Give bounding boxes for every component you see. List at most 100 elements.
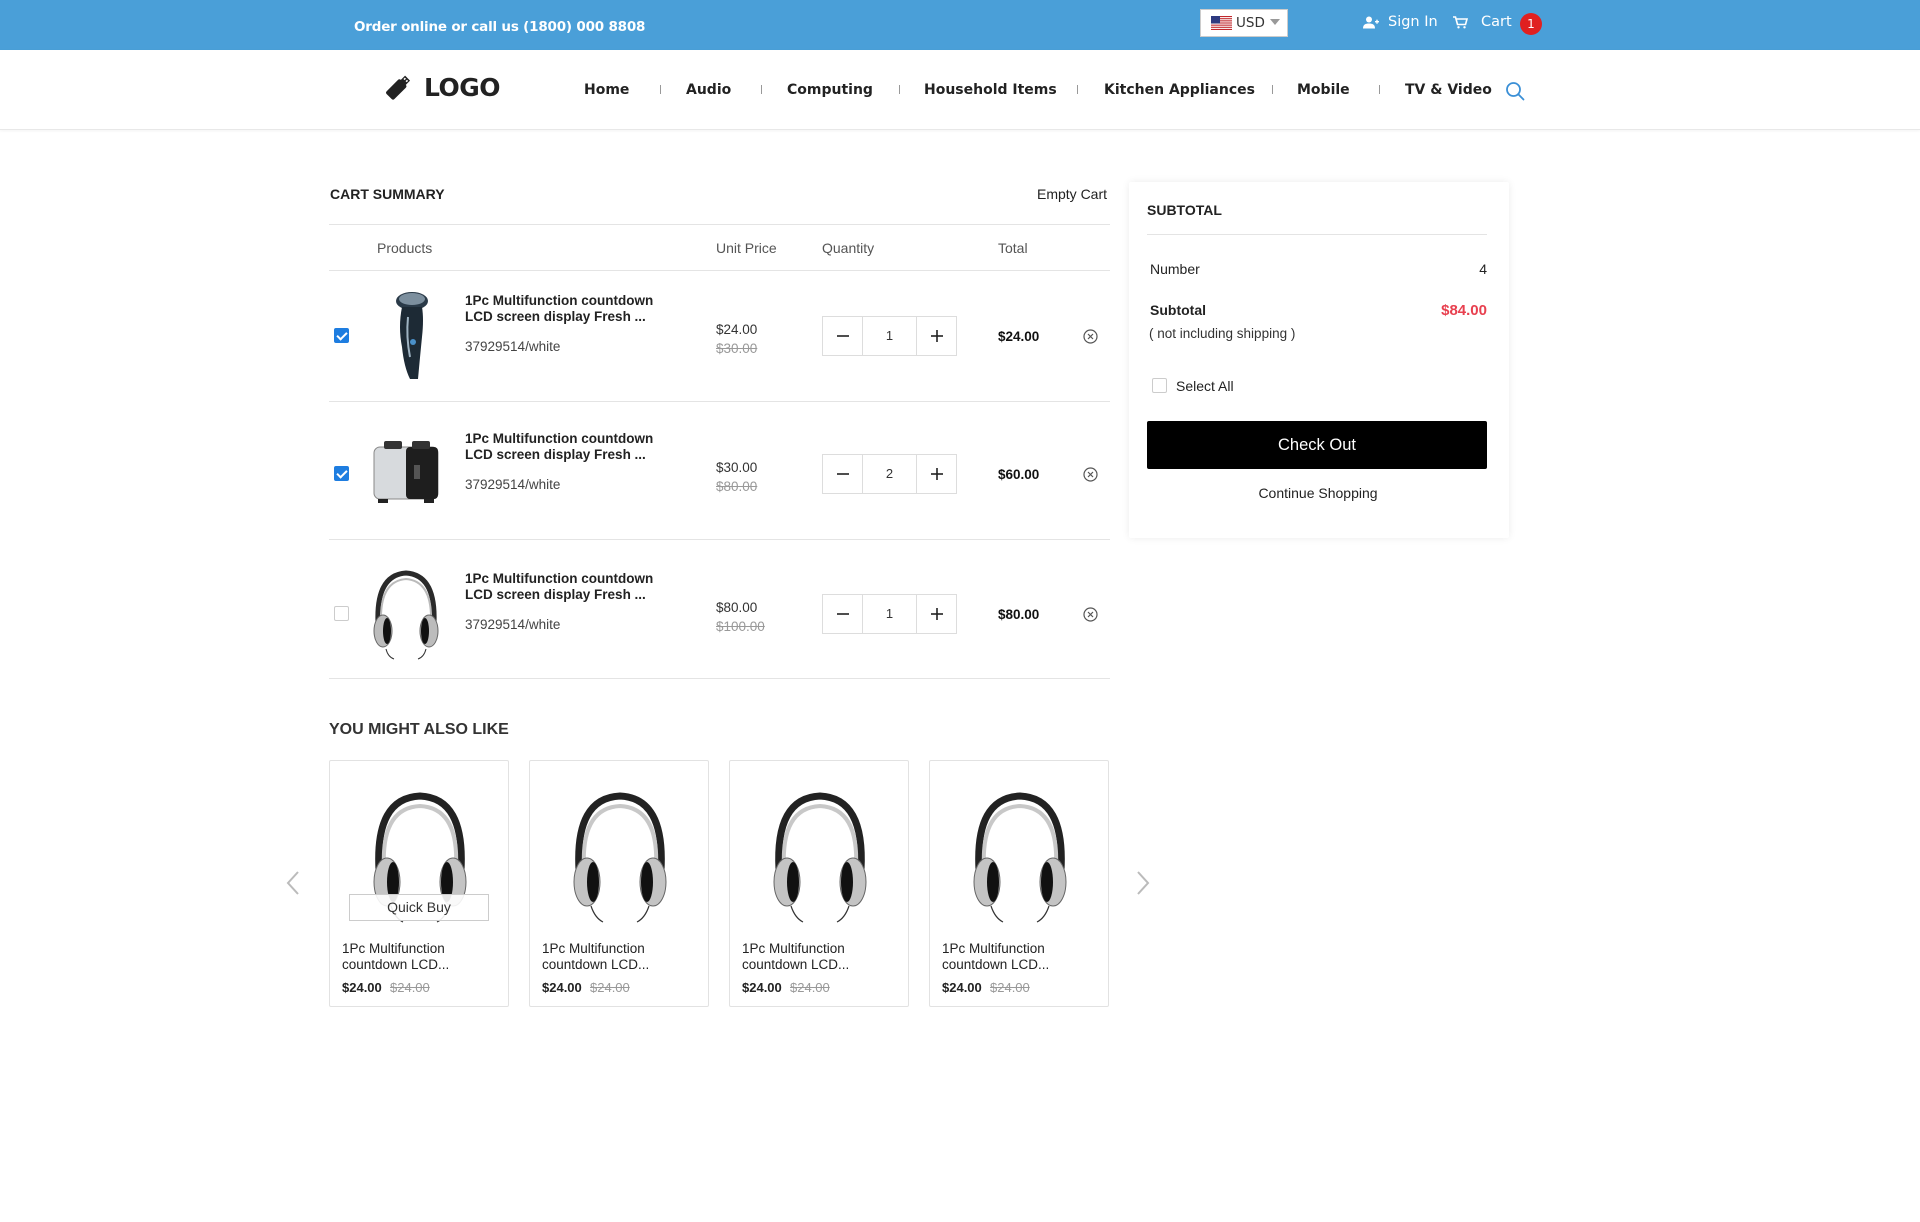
cart-link[interactable]: Cart	[1453, 14, 1512, 30]
recommendations-title: YOU MIGHT ALSO LIKE	[329, 721, 509, 738]
nav-item-home[interactable]: Home	[584, 82, 629, 98]
shaver-icon	[396, 292, 428, 379]
quantity-stepper: 2	[822, 454, 957, 494]
headphones-icon	[773, 792, 867, 923]
product-price: $24.00	[742, 980, 782, 995]
contact-phone-text: Order online or call us (1800) 000 8808	[354, 19, 646, 35]
nav-item-kitchen-appliances[interactable]: Kitchen Appliances	[1104, 82, 1255, 98]
product-name[interactable]: 1Pc Multifunction countdown LCD...	[342, 941, 492, 973]
sign-in-link[interactable]: Sign In	[1363, 14, 1438, 30]
empty-cart-button[interactable]: Empty Cart	[1037, 186, 1107, 202]
product-name[interactable]: 1Pc Multifunction countdown LCD screen d…	[465, 431, 675, 463]
original-price: $80.00	[716, 479, 758, 494]
original-price: $30.00	[716, 341, 758, 356]
product-sku: 37929514/white	[465, 477, 561, 492]
increase-quantity-button[interactable]	[916, 455, 956, 493]
column-header-quantity: Quantity	[822, 240, 875, 256]
subtotal-value: $84.00	[1441, 302, 1487, 319]
remove-item-icon[interactable]	[1083, 467, 1098, 482]
headphones-icon	[573, 792, 667, 923]
divider	[1147, 234, 1487, 235]
divider	[329, 224, 1110, 225]
recommended-product-card[interactable]: Quick Buy 1Pc Multifunction countdown LC…	[329, 760, 509, 1007]
shipping-note: ( not including shipping )	[1149, 326, 1296, 341]
select-all-checkbox[interactable]	[1152, 378, 1167, 393]
product-name[interactable]: 1Pc Multifunction countdown LCD...	[942, 941, 1092, 973]
cart-label: Cart	[1481, 14, 1512, 30]
line-total: $80.00	[998, 607, 1040, 622]
divider	[329, 678, 1110, 679]
decrease-quantity-button[interactable]	[823, 595, 863, 633]
item-checkbox[interactable]	[334, 606, 349, 621]
headphones-icon	[973, 792, 1067, 923]
plus-icon	[930, 468, 943, 480]
original-price: $24.00	[790, 980, 830, 995]
add-user-icon	[1363, 16, 1379, 28]
minus-icon	[836, 613, 849, 615]
minus-icon	[836, 335, 849, 337]
subtotal-label: Subtotal	[1150, 302, 1206, 318]
main-nav: LOGO Home Audio Computing Household Item…	[0, 50, 1920, 130]
product-name[interactable]: 1Pc Multifunction countdown LCD screen d…	[465, 293, 675, 325]
search-icon[interactable]	[1505, 81, 1525, 106]
original-price: $24.00	[390, 980, 430, 995]
usb-drive-icon	[386, 75, 411, 100]
top-bar: Order online or call us (1800) 000 8808 …	[0, 0, 1920, 50]
original-price: $24.00	[590, 980, 630, 995]
quantity-value[interactable]: 1	[863, 317, 916, 355]
sign-in-label: Sign In	[1388, 14, 1438, 30]
select-all-label[interactable]: Select All	[1176, 378, 1234, 394]
continue-shopping-link[interactable]: Continue Shopping	[1129, 485, 1507, 501]
headphones-icon	[373, 570, 439, 660]
remove-item-icon[interactable]	[1083, 607, 1098, 622]
nav-item-mobile[interactable]: Mobile	[1297, 82, 1350, 98]
item-checkbox[interactable]	[334, 466, 349, 481]
plus-icon	[930, 608, 943, 620]
product-name[interactable]: 1Pc Multifunction countdown LCD...	[542, 941, 692, 973]
product-price: $24.00	[542, 980, 582, 995]
decrease-quantity-button[interactable]	[823, 455, 863, 493]
quick-buy-button[interactable]: Quick Buy	[349, 894, 489, 921]
subtotal-title: SUBTOTAL	[1147, 202, 1222, 218]
increase-quantity-button[interactable]	[916, 317, 956, 355]
site-logo[interactable]: LOGO	[384, 72, 501, 102]
number-value: 4	[1479, 261, 1487, 277]
plus-icon	[930, 330, 943, 342]
unit-price: $24.00	[716, 322, 758, 337]
currency-label: USD	[1236, 15, 1265, 31]
line-total: $24.00	[998, 329, 1040, 344]
nav-divider	[761, 85, 762, 94]
currency-select[interactable]: USD	[1200, 9, 1288, 37]
product-price: $24.00	[942, 980, 982, 995]
original-price: $100.00	[716, 619, 765, 634]
cart-icon	[1453, 15, 1468, 28]
recommended-product-card[interactable]: 1Pc Multifunction countdown LCD... $24.0…	[729, 760, 909, 1007]
nav-item-household-items[interactable]: Household Items	[924, 82, 1057, 98]
nav-item-tv-video[interactable]: TV & Video	[1405, 82, 1492, 98]
unit-price: $30.00	[716, 460, 758, 475]
item-checkbox[interactable]	[334, 328, 349, 343]
product-name[interactable]: 1Pc Multifunction countdown LCD...	[742, 941, 892, 973]
increase-quantity-button[interactable]	[916, 595, 956, 633]
nav-divider	[1272, 85, 1273, 94]
nav-item-audio[interactable]: Audio	[686, 82, 731, 98]
chevron-right-icon[interactable]	[1136, 870, 1150, 896]
recommended-product-card[interactable]: 1Pc Multifunction countdown LCD... $24.0…	[529, 760, 709, 1007]
divider	[329, 401, 1110, 402]
decrease-quantity-button[interactable]	[823, 317, 863, 355]
line-total: $60.00	[998, 467, 1040, 482]
divider	[329, 270, 1110, 271]
remove-item-icon[interactable]	[1083, 329, 1098, 344]
cart-count-badge: 1	[1520, 13, 1542, 35]
quantity-value[interactable]: 1	[863, 595, 916, 633]
product-name[interactable]: 1Pc Multifunction countdown LCD screen d…	[465, 571, 675, 603]
recommended-product-card[interactable]: 1Pc Multifunction countdown LCD... $24.0…	[929, 760, 1109, 1007]
nav-divider	[660, 85, 661, 94]
unit-price: $80.00	[716, 600, 758, 615]
checkout-button[interactable]: Check Out	[1147, 421, 1487, 469]
quantity-stepper: 1	[822, 594, 957, 634]
minus-icon	[836, 473, 849, 475]
quantity-value[interactable]: 2	[863, 455, 916, 493]
chevron-left-icon[interactable]	[286, 870, 300, 896]
nav-item-computing[interactable]: Computing	[787, 82, 873, 98]
